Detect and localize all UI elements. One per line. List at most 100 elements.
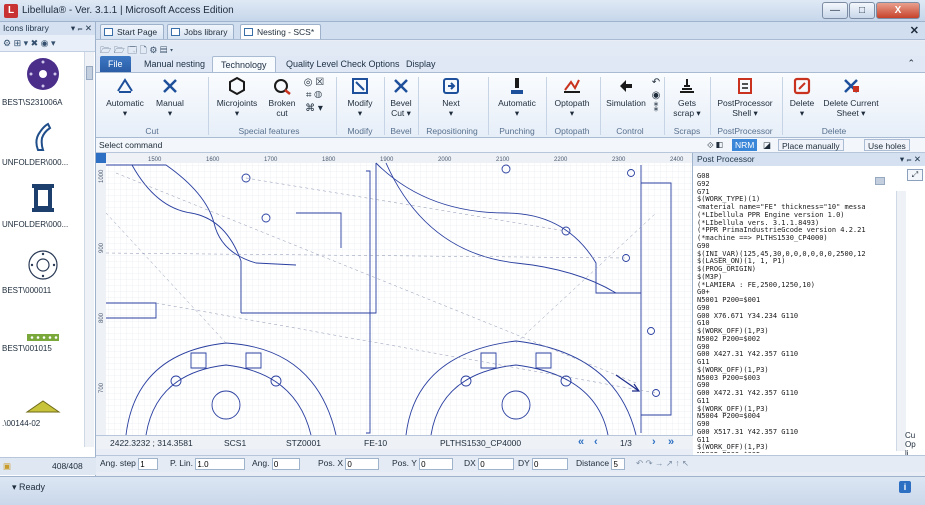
nrm-toggle[interactable]: NRM bbox=[732, 139, 758, 151]
place-manually-button[interactable]: Place manually bbox=[778, 139, 844, 151]
ribbon-separator bbox=[208, 77, 209, 135]
next-button[interactable]: Next ▾ bbox=[426, 76, 476, 118]
delete-current-sheet-button[interactable]: Delete Current Sheet ▾ bbox=[820, 76, 882, 118]
library-item-6[interactable]: .\00144-02 bbox=[2, 398, 84, 428]
repositioning-group-label: Repositioning bbox=[426, 126, 478, 136]
nesting-canvas[interactable]: 1500 1600 1700 1800 1900 2000 2100 2200 2300 2400… bbox=[96, 153, 693, 435]
bevel-group-label: Bevel bbox=[390, 126, 412, 136]
bar-part-icon bbox=[27, 334, 59, 341]
tab-start-page[interactable]: Start Page bbox=[100, 24, 165, 39]
postprocessor-icon bbox=[738, 78, 752, 94]
simulation-button[interactable]: Simulation bbox=[604, 76, 648, 108]
transform-tools[interactable]: ↶ ↷ → ↗ ↑ ↖ bbox=[636, 458, 689, 469]
microjoints-button[interactable]: Microjoints ▾ bbox=[214, 76, 260, 118]
minimize-button[interactable]: — bbox=[822, 2, 848, 19]
pos-x-input[interactable] bbox=[345, 458, 380, 470]
close-tab-button[interactable]: ✕ bbox=[910, 24, 919, 37]
broken-cut-button[interactable]: Broken cut bbox=[262, 76, 302, 118]
ribbon-separator bbox=[546, 77, 547, 135]
post-processor-code[interactable]: G08 G92 G71 $(WORK_TYPE)(1) <material name="… bbox=[697, 173, 887, 453]
command-bar: Select command ⟐ ◧ NRM ◪ Place manually … bbox=[96, 138, 925, 153]
library-item-count: 408/408 bbox=[52, 461, 83, 471]
next-icon bbox=[443, 78, 459, 94]
tab-display[interactable]: Display bbox=[398, 56, 444, 72]
icons-library-toolbar[interactable]: ⚙ ⊞ ▾ ✖ ◉ ▾ bbox=[0, 35, 95, 52]
post-processor-header: Post Processor ▾ ⫭ ✕ bbox=[693, 153, 925, 166]
sheet-info-strip: 2422.3232 ; 314.3581 SCS1 STZ0001 FE-10 … bbox=[96, 435, 693, 449]
status-bar: ▾ Ready i bbox=[0, 476, 925, 505]
panel-pin-controls[interactable]: ▾ ⫭ ✕ bbox=[71, 23, 92, 34]
folder-icon[interactable]: ▣ bbox=[3, 461, 11, 471]
use-holes-button[interactable]: Use holes bbox=[864, 139, 910, 151]
pos-x-field: Pos. X bbox=[318, 458, 380, 470]
nesting-drawing[interactable]: 1500 1600 1700 1800 1900 2000 2100 2200 2300 2400… bbox=[96, 153, 693, 435]
delete-icon bbox=[793, 77, 811, 95]
optopath-button[interactable]: Optopath ▾ bbox=[550, 76, 594, 118]
ruler-tick-label: 2100 bbox=[496, 157, 510, 163]
ribbon-separator bbox=[384, 77, 385, 135]
library-item-3[interactable]: UNFOLDER\000... bbox=[2, 180, 84, 229]
punching-icon bbox=[511, 78, 523, 94]
post-processor-pin-controls[interactable]: ▾ ⫭ ✕ bbox=[900, 154, 921, 165]
tab-manual-nesting[interactable]: Manual nesting bbox=[136, 56, 213, 72]
library-item-1[interactable]: BEST\S231006A bbox=[2, 54, 84, 107]
modify-group-label: Modify bbox=[347, 126, 373, 136]
first-sheet-button[interactable]: « bbox=[578, 436, 584, 448]
ang-input[interactable] bbox=[271, 458, 300, 470]
material-thickness: FE-10 bbox=[364, 438, 388, 448]
libellula-app-icon: L bbox=[4, 4, 18, 18]
tab-quality-level-check-options[interactable]: Quality Level Check Options bbox=[278, 56, 408, 72]
bevel-cut-button[interactable]: Bevel Cut ▾ bbox=[386, 76, 416, 118]
distance-input[interactable] bbox=[611, 458, 626, 470]
top-ruler bbox=[96, 153, 692, 163]
machine-name: PLTHS1530_CP4000 bbox=[440, 438, 522, 448]
postprocessor-group-label: PostProcessor bbox=[717, 126, 773, 136]
ang-step-input[interactable] bbox=[138, 458, 159, 470]
place-icon[interactable]: ◪ bbox=[760, 139, 774, 151]
broken-cut-icon bbox=[274, 79, 291, 95]
next-sheet-button[interactable]: › bbox=[652, 436, 656, 448]
delete-button[interactable]: Delete ▾ bbox=[786, 76, 818, 118]
quick-access-toolbar[interactable]: 🗁 🗁 🗔 🗋 ⚙ ▤ ▾ bbox=[96, 41, 925, 56]
dy-input[interactable] bbox=[532, 458, 569, 470]
library-item-2[interactable]: UNFOLDER\000... bbox=[2, 120, 84, 167]
special-features-tools[interactable]: ◎ ☒ ⌗ ◍ ⌘ ▾ bbox=[302, 76, 326, 115]
ruler-tick-label: 800 bbox=[99, 312, 105, 323]
pos-y-input[interactable] bbox=[419, 458, 454, 470]
modify-button[interactable]: Modify ▾ bbox=[342, 76, 378, 118]
cut-automatic-button[interactable]: Automatic ▾ bbox=[102, 76, 148, 118]
special-features-group-label: Special features bbox=[238, 126, 300, 136]
library-item-4[interactable]: BEST\000011 bbox=[2, 248, 84, 295]
expand-icon[interactable]: ⤢ bbox=[907, 169, 923, 181]
scrollbar-thumb[interactable] bbox=[86, 66, 93, 80]
post-processor-scrollbar[interactable] bbox=[896, 191, 906, 451]
view-icons[interactable]: ⟐ ◧ bbox=[704, 139, 726, 151]
ribbon-separator bbox=[600, 77, 601, 135]
code-line: G00 X472.31 Y42.357 G110 bbox=[697, 389, 799, 397]
control-tools[interactable]: ↶ ◉ ⁑ bbox=[648, 76, 664, 115]
ribbon-separator bbox=[710, 77, 711, 135]
close-button[interactable]: X bbox=[876, 2, 920, 19]
postprocessor-shell-button[interactable]: PostProcessor Shell ▾ bbox=[714, 76, 776, 118]
maximize-button[interactable]: □ bbox=[849, 2, 875, 19]
previous-sheet-button[interactable]: ‹ bbox=[594, 436, 598, 448]
ruler-tick-label: 1000 bbox=[99, 169, 105, 183]
gets-scrap-button[interactable]: Gets scrap ▾ bbox=[668, 76, 706, 118]
p-lin-input[interactable] bbox=[195, 458, 246, 470]
tab-technology[interactable]: Technology bbox=[212, 56, 276, 72]
collapse-ribbon-button[interactable]: ⌃ bbox=[907, 58, 915, 69]
tab-jobs-library[interactable]: Jobs library bbox=[167, 24, 235, 39]
info-icon[interactable]: i bbox=[899, 481, 911, 493]
code-scroll-thumb[interactable] bbox=[875, 177, 885, 185]
library-item-label: BEST\001015 bbox=[2, 344, 52, 353]
icons-library-scrollbar[interactable] bbox=[84, 52, 94, 447]
dx-input[interactable] bbox=[478, 458, 515, 470]
zoom-corner-icon[interactable] bbox=[96, 153, 106, 163]
punching-automatic-button[interactable]: Automatic ▾ bbox=[494, 76, 540, 118]
icons-library-footer: ▣ 408/408 bbox=[0, 457, 96, 475]
tab-file[interactable]: File bbox=[100, 56, 131, 72]
library-item-5[interactable]: BEST\001015 bbox=[2, 332, 84, 353]
tab-nesting-scs[interactable]: Nesting - SCS* bbox=[240, 24, 322, 39]
cut-manual-button[interactable]: Manual ▾ bbox=[150, 76, 190, 118]
last-sheet-button[interactable]: » bbox=[668, 436, 674, 448]
